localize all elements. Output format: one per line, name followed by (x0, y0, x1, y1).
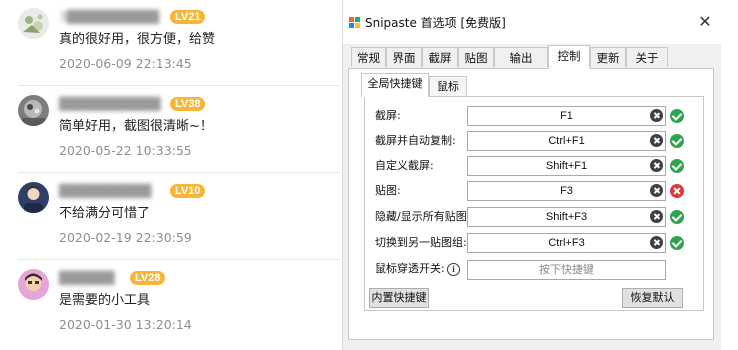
shortcut-label: 自定义截屏: (375, 159, 434, 172)
comment-time: 2020-06-09 22:13:45 (59, 56, 192, 71)
comment-item: ██████ LV28 是需要的小工具 2020-01-30 13:20:14 (0, 261, 340, 347)
level-badge: LV28 (130, 271, 166, 285)
check-icon (670, 159, 684, 173)
clear-icon[interactable] (650, 109, 663, 122)
comment-time: 2020-05-22 10:33:55 (59, 143, 192, 158)
clear-icon[interactable] (650, 134, 663, 147)
snipaste-logo-icon (349, 17, 360, 28)
hotkey-input-paste[interactable]: F3 (467, 181, 666, 201)
hotkey-input-switch-group[interactable]: Ctrl+F3 (467, 233, 666, 253)
shortcut-label: 截屏并自动复制: (375, 134, 456, 147)
tab-interface[interactable]: 界面 (386, 47, 422, 67)
clear-icon[interactable] (650, 236, 663, 249)
tab-paste[interactable]: 贴图 (458, 47, 494, 67)
username[interactable]: ███████████ (59, 96, 161, 112)
comment-item: ██████████ LV10 不给满分可惜了 2020-02-19 22:30… (0, 174, 340, 260)
check-icon (670, 210, 684, 224)
subtab-mouse[interactable]: 鼠标 (429, 76, 467, 96)
avatar[interactable] (18, 182, 49, 213)
level-badge: LV21 (170, 10, 206, 24)
comment-item: 3██████████ LV21 真的很好用，很方便，给赞 2020-06-09… (0, 0, 340, 86)
comment-time: 2020-02-19 22:30:59 (59, 230, 192, 245)
username[interactable]: 3██████████ (59, 9, 159, 25)
username[interactable]: ██████████ (59, 183, 151, 199)
window-title: Snipaste 首选项 [免费版] (365, 16, 506, 30)
username[interactable]: ██████ (59, 270, 114, 286)
tab-control[interactable]: 控制 (548, 45, 590, 69)
comment-item: ███████████ LV38 简单好用，截图很清晰~！ 2020-05-22… (0, 87, 340, 173)
hotkey-input-custom-capture[interactable]: Shift+F1 (467, 156, 666, 176)
close-icon[interactable]: ✕ (695, 12, 715, 32)
clear-icon[interactable] (650, 159, 663, 172)
level-badge: LV10 (170, 184, 206, 198)
tab-output[interactable]: 输出 (494, 47, 548, 67)
title-bar[interactable]: Snipaste 首选项 [免费版] ✕ (343, 0, 721, 44)
comment-time: 2020-01-30 13:20:14 (59, 317, 192, 332)
comment-text: 不给满分可惜了 (59, 206, 151, 221)
hotkey-input-capture-copy[interactable]: Ctrl+F1 (467, 131, 666, 151)
divider (18, 85, 340, 86)
level-badge: LV38 (170, 97, 206, 111)
hotkey-input-toggle-pastes[interactable]: Shift+F3 (467, 207, 666, 227)
error-icon (670, 184, 684, 198)
avatar[interactable] (18, 269, 49, 300)
clear-icon[interactable] (650, 184, 663, 197)
comment-text: 真的很好用，很方便，给赞 (59, 32, 216, 47)
tab-general[interactable]: 常规 (351, 47, 386, 67)
hotkey-input-mouse-passthrough[interactable]: 按下快捷键 (467, 260, 666, 280)
restore-defaults-button[interactable]: 恢复默认 (622, 288, 683, 308)
check-icon (670, 134, 684, 148)
check-icon (670, 236, 684, 250)
shortcut-label: 隐藏/显示所有贴图: (375, 210, 471, 223)
tab-update[interactable]: 更新 (590, 47, 626, 67)
check-icon (670, 109, 684, 123)
shortcut-label: 鼠标穿透开关: (375, 262, 445, 275)
avatar[interactable] (18, 95, 49, 126)
shortcut-label: 截屏: (375, 109, 401, 122)
clear-icon[interactable] (650, 210, 663, 223)
avatar[interactable] (18, 8, 49, 39)
hotkey-input-capture[interactable]: F1 (467, 106, 666, 126)
comment-text: 简单好用，截图很清晰~！ (59, 119, 213, 134)
shortcut-label: 切换到另一贴图组: (375, 236, 467, 249)
subtab-global-hotkeys[interactable]: 全局快捷键 (361, 73, 429, 97)
comment-text: 是需要的小工具 (59, 293, 151, 308)
builtin-hotkeys-button[interactable]: 内置快捷键 (369, 288, 429, 308)
comment-list: 3██████████ LV21 真的很好用，很方便，给赞 2020-06-09… (0, 0, 340, 350)
tab-about[interactable]: 关于 (626, 47, 668, 67)
info-icon[interactable]: i (447, 263, 460, 276)
snipaste-preferences-dialog: Snipaste 首选项 [免费版] ✕ 常规 界面 截屏 贴图 输出 控制 更… (342, 0, 721, 350)
tab-capture[interactable]: 截屏 (422, 47, 458, 67)
divider (18, 259, 340, 260)
divider (18, 172, 340, 173)
shortcut-label: 贴图: (375, 184, 401, 197)
